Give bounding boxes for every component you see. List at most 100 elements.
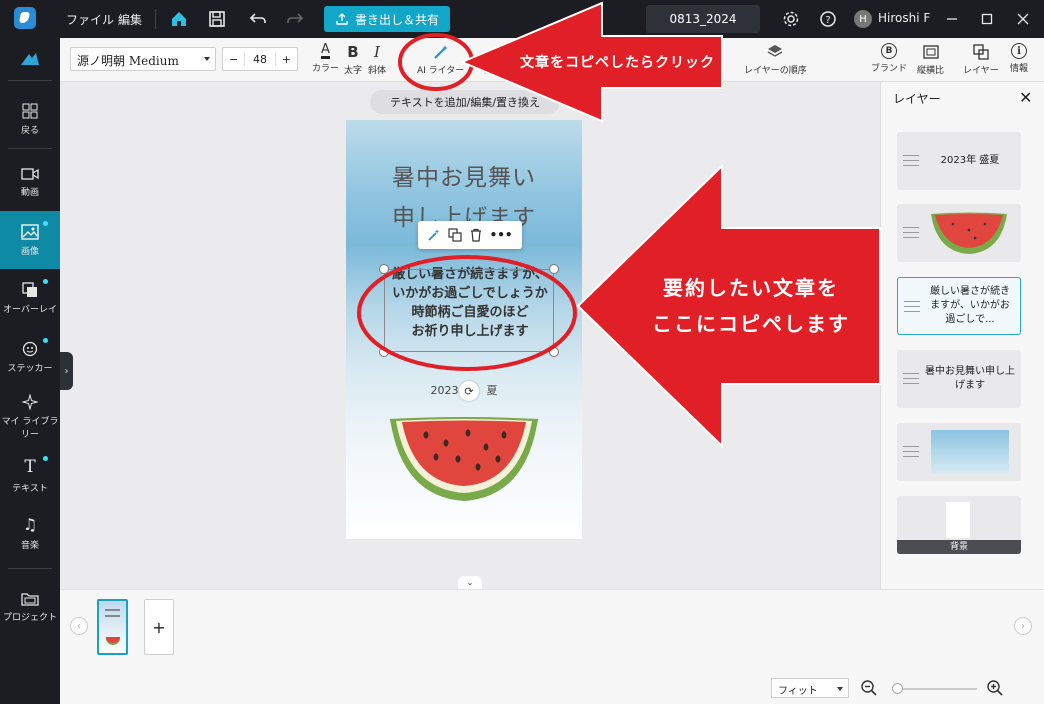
tool-label: カラー [312, 64, 340, 74]
grid-icon [22, 103, 38, 118]
resize-handle[interactable] [379, 264, 389, 274]
tool-label: 斜体 [368, 66, 387, 76]
layers-button[interactable]: レイヤー [963, 43, 999, 76]
minimize-icon[interactable] [941, 8, 963, 30]
sidebar-item-music[interactable]: ♫ 音楽 [0, 504, 60, 562]
new-badge [43, 338, 48, 343]
close-icon[interactable]: ✕ [1019, 88, 1032, 107]
sidebar-item-image[interactable]: 画像 [0, 211, 60, 269]
page-timeline: ‹ + › フィット [60, 589, 1044, 704]
maximize-icon[interactable] [976, 8, 998, 30]
magic-wand-icon[interactable] [427, 228, 441, 242]
sidebar-item-label: 戻る [20, 125, 39, 136]
sidebar-item-label: 画像 [20, 246, 39, 257]
zoom-select[interactable]: フィット [771, 678, 849, 698]
collapse-timeline-chevron-icon[interactable]: ⌄ [458, 576, 482, 589]
redo-icon[interactable] [284, 8, 306, 30]
title-line: 暑中お見舞い [392, 165, 536, 191]
zoom-out-icon[interactable] [860, 679, 878, 700]
font-size-value[interactable]: 48 [244, 52, 276, 66]
font-family-value: 源ノ明朝 Medium [77, 54, 179, 68]
image-icon [21, 223, 39, 240]
layer-item[interactable]: 2023年 盛夏 [897, 132, 1021, 190]
layer-item-selected[interactable]: 厳しい暑さが続きますが、いかがお過ごしで... [897, 277, 1021, 335]
layer-item-background[interactable]: 背景 [897, 496, 1021, 554]
menu-file[interactable]: ファイル [66, 11, 114, 28]
layer-item[interactable] [897, 204, 1021, 262]
layer-order-button[interactable]: レイヤーの順序 [744, 43, 807, 76]
decrease-size-button[interactable]: − [223, 53, 244, 66]
video-icon [21, 167, 39, 180]
callout-line: 要約したい文章を [663, 276, 839, 300]
save-icon[interactable] [206, 8, 228, 30]
bold-tool-button[interactable]: B 太字 [344, 43, 362, 76]
menu-edit[interactable]: 編集 [118, 11, 142, 28]
upload-icon [336, 13, 348, 25]
drag-handle-icon[interactable] [903, 227, 919, 239]
zoom-in-icon[interactable] [986, 679, 1004, 700]
zoom-slider-track[interactable] [893, 688, 977, 690]
italic-tool-button[interactable]: I 斜体 [368, 43, 386, 76]
ai-writer-button[interactable]: AI ライター [417, 43, 464, 76]
more-options-icon[interactable]: ••• [490, 228, 513, 242]
drag-handle-icon[interactable] [904, 301, 920, 313]
sidebar-item-back[interactable]: 戻る [0, 90, 60, 148]
export-share-button[interactable]: 書き出し＆共有 [324, 6, 450, 32]
zoom-value: フィット [778, 686, 818, 697]
sidebar-expand-chevron-icon[interactable]: › [60, 352, 73, 390]
drag-handle-icon[interactable] [903, 373, 919, 385]
home-icon[interactable] [168, 8, 190, 30]
layer-item[interactable] [897, 423, 1021, 481]
resize-handle[interactable] [549, 264, 559, 274]
new-badge [43, 456, 48, 461]
edit-text-hint[interactable]: テキストを追加/編集/置き換え [370, 90, 560, 114]
chevron-down-icon [204, 57, 210, 61]
close-window-icon[interactable] [1012, 8, 1034, 30]
rotate-icon[interactable]: ⟳ [459, 381, 479, 401]
new-badge [43, 279, 48, 284]
font-size-stepper[interactable]: − 48 + [222, 47, 298, 71]
settings-gear-icon[interactable] [780, 8, 802, 30]
previous-page-chevron-icon[interactable]: ‹ [70, 617, 88, 635]
sidebar-item-overlay[interactable]: オーバーレイ [0, 269, 60, 327]
layer-label: 2023年 盛夏 [940, 155, 1000, 166]
next-page-chevron-icon[interactable]: › [1014, 617, 1032, 635]
avatar[interactable]: H [854, 10, 872, 28]
drag-handle-icon[interactable] [903, 446, 919, 458]
increase-size-button[interactable]: + [276, 53, 297, 66]
sidebar-item-sticker[interactable]: ステッカー [0, 328, 60, 386]
layer-item[interactable]: 暑中お見舞い申し上げます [897, 350, 1021, 408]
undo-icon[interactable] [247, 8, 269, 30]
artboard[interactable]: 暑中お見舞い 申し上げます ••• 厳しい暑さが続きますが、 いかがお過ごしでし… [346, 120, 582, 539]
annotation-middle-callout: 要約したい文章を ここにコピペします [636, 270, 866, 342]
user-name[interactable]: Hiroshi F [878, 11, 930, 25]
date-year: 2023 [430, 384, 459, 397]
drag-handle-icon[interactable] [903, 155, 919, 167]
text-effect-button[interactable]: ⤳ キス [480, 43, 498, 76]
new-badge [43, 221, 48, 226]
project-name[interactable]: 0813_2024 [646, 5, 760, 33]
sidebar-item-project[interactable]: プロジェクト [0, 578, 60, 636]
resize-handle[interactable] [379, 347, 389, 357]
annotation-top-callout: 文章をコピペしたらクリック [520, 55, 715, 71]
tool-label: 太字 [344, 66, 363, 76]
aspect-ratio-button[interactable]: 縦横比 [917, 43, 944, 76]
chevron-down-icon [837, 687, 843, 691]
sidebar-item-video[interactable]: 動画 [0, 153, 60, 211]
watermelon-image[interactable] [386, 413, 542, 505]
info-button[interactable]: i 情報 [1010, 43, 1028, 74]
font-family-select[interactable]: 源ノ明朝 Medium [70, 47, 216, 71]
sidebar-item-my-library[interactable]: マイ ライブラリー [0, 388, 60, 446]
brand-button[interactable]: B ブランド [871, 43, 907, 74]
help-icon[interactable]: ? [817, 8, 839, 30]
add-page-button[interactable]: + [144, 599, 174, 655]
page-thumbnail[interactable] [97, 599, 128, 655]
sidebar-item-label: オーバーレイ [3, 304, 57, 315]
resize-handle[interactable] [549, 347, 559, 357]
color-tool-button[interactable]: A カラー [312, 42, 340, 74]
zoom-slider-knob[interactable] [892, 683, 903, 694]
sky-thumbnail [931, 430, 1009, 474]
trash-icon[interactable] [469, 228, 483, 242]
sidebar-item-text[interactable]: T テキスト [0, 446, 60, 504]
duplicate-icon[interactable] [448, 228, 462, 242]
